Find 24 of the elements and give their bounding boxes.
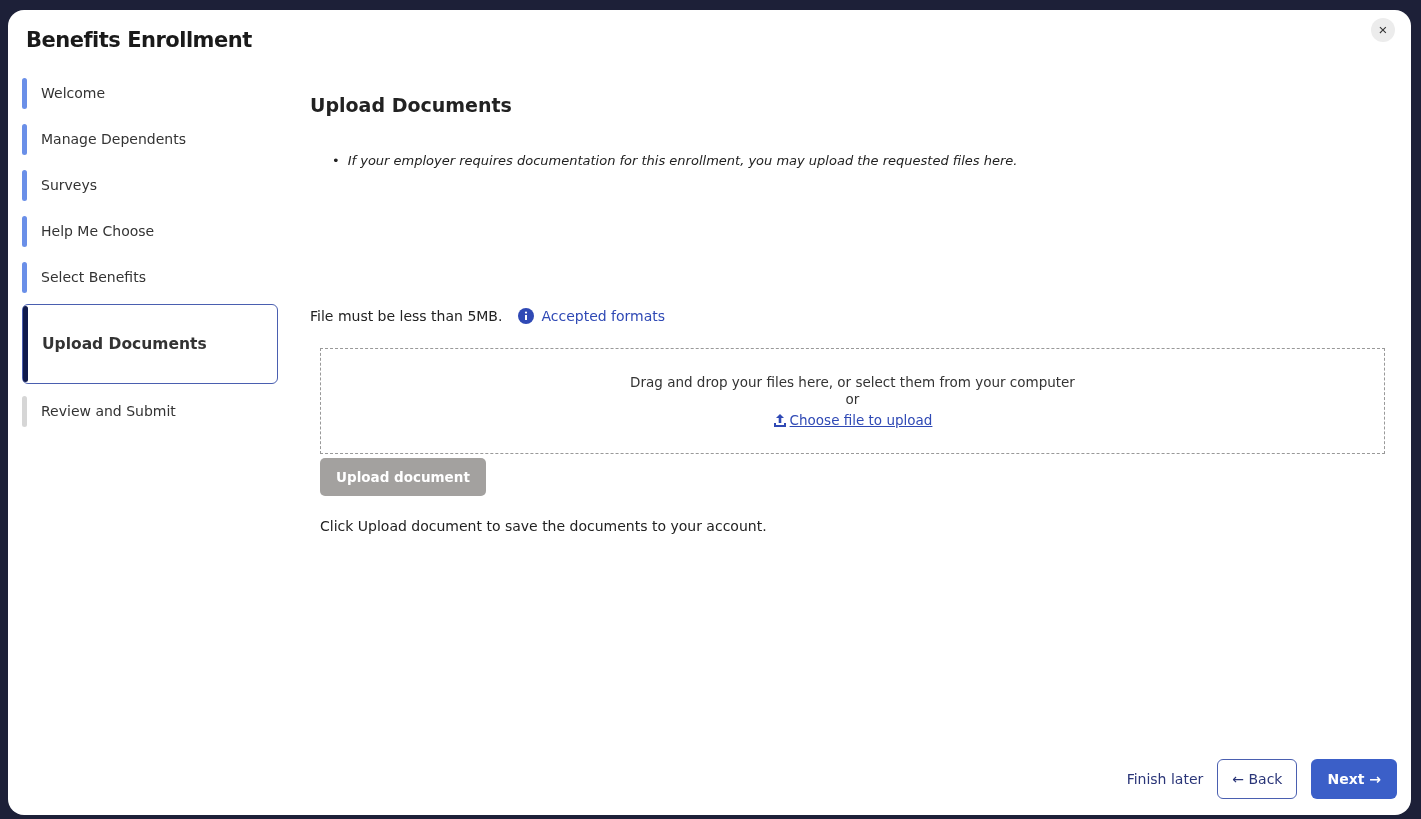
hint-text: Click Upload document to save the documents to your account. (320, 518, 768, 534)
info-icon (518, 308, 535, 324)
accepted-formats-link[interactable]: Accepted formats (518, 308, 666, 324)
step-item[interactable]: Welcome (22, 70, 278, 116)
back-button[interactable]: ← Back (1217, 759, 1298, 799)
step-item[interactable]: Help Me Choose (22, 208, 278, 254)
next-button[interactable]: Next → (1311, 759, 1397, 799)
step-item[interactable]: Review and Submit (22, 388, 278, 434)
close-button[interactable]: × (1371, 18, 1395, 42)
finish-later-link[interactable]: Finish later (1126, 771, 1204, 787)
step-item[interactable]: Surveys (22, 162, 278, 208)
upload-icon (772, 413, 787, 427)
or-text: or (845, 391, 860, 407)
note-text: If your employer requires documentation for this enrollment, you may upload the requested files here. (347, 152, 1018, 170)
page-heading: Upload Documents (310, 94, 513, 116)
step-item[interactable]: Select Benefits (22, 254, 278, 300)
window-title: Benefits Enrollment (26, 28, 252, 52)
step-item[interactable]: Manage Dependents (22, 116, 278, 162)
file-drop-zone[interactable]: Drag and drop your files here, or select them from your computer or Choose file to upload (320, 348, 1385, 454)
bullet-mark: • (332, 152, 340, 170)
choose-file-link[interactable]: Choose file to upload (772, 412, 933, 428)
step-item[interactable]: Upload Documents (22, 304, 278, 384)
size-limit-text: File must be less than 5MB. (310, 308, 503, 324)
drop-prompt-text: Drag and drop your files here, or select them from your computer (630, 374, 1075, 390)
